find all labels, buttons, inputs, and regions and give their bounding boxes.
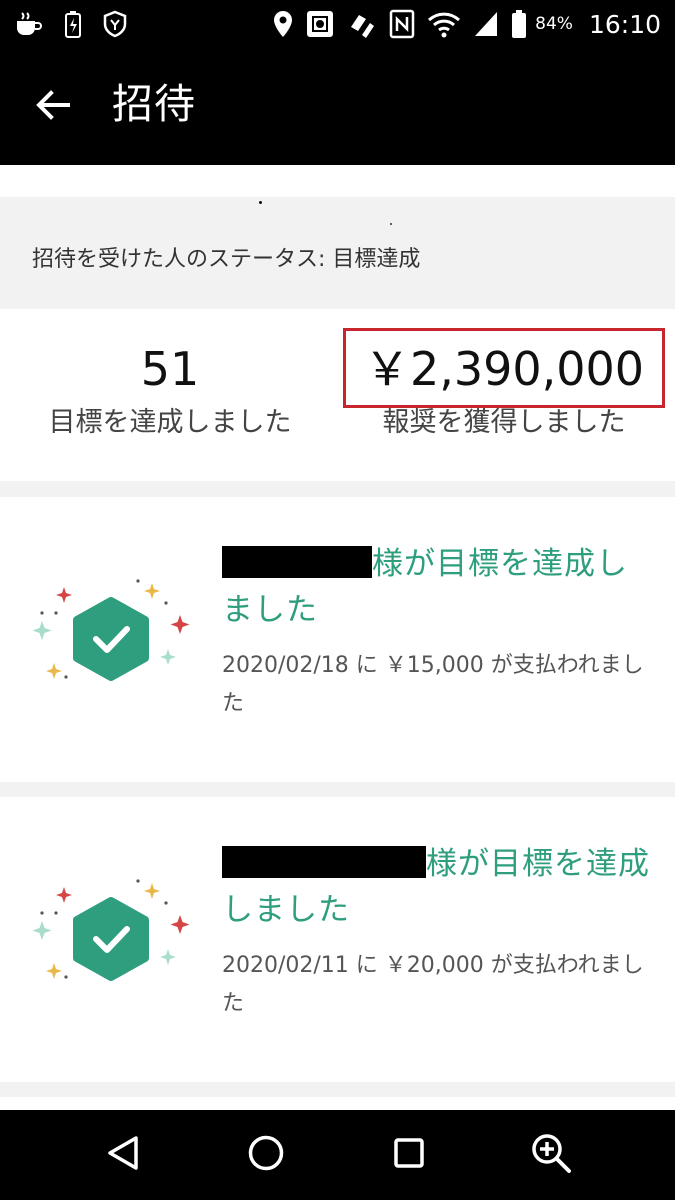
summary-panel: 51 目標を達成しました ￥2,390,000 報奨を獲得しました bbox=[0, 309, 675, 481]
redacted-name bbox=[222, 846, 426, 878]
system-nav-bar bbox=[0, 1110, 675, 1200]
goals-label: 目標を達成しました bbox=[48, 407, 292, 438]
zoom-in-icon bbox=[530, 1132, 572, 1178]
nav-back-button[interactable] bbox=[100, 1132, 146, 1178]
clock: 16:10 bbox=[588, 9, 661, 39]
goals-stat: 51 目標を達成しました bbox=[20, 339, 320, 443]
invitee-status-text: 招待を受けた人のステータス: 目標達成 bbox=[32, 247, 421, 272]
app-bar: 招待 bbox=[0, 48, 675, 165]
dust-dot bbox=[390, 223, 392, 225]
status-right-icons: 84% 16:10 bbox=[273, 6, 661, 42]
page-title: 招待 bbox=[112, 80, 196, 128]
achievement-body: 様が目標を達成しました 2020/02/11 に ￥20,000 が支払われまし… bbox=[222, 841, 652, 1023]
back-triangle-icon bbox=[106, 1135, 140, 1175]
goals-count: 51 bbox=[140, 342, 200, 396]
back-button[interactable] bbox=[30, 84, 76, 130]
reward-label: 報奨を獲得しました bbox=[382, 407, 626, 438]
battery-icon bbox=[511, 9, 527, 39]
status-bar: 84% 16:10 bbox=[0, 0, 675, 48]
nav-zoom-button[interactable] bbox=[528, 1132, 574, 1178]
arrow-left-icon bbox=[36, 90, 70, 124]
achievement-title: 様が目標を達成しました bbox=[222, 841, 652, 933]
achievement-body: 様が目標を達成しました 2020/02/18 に ￥15,000 が支払われまし… bbox=[222, 541, 652, 723]
invitee-status-strip: 招待を受けた人のステータス: 目標達成 bbox=[0, 197, 675, 309]
coffee-cup-icon bbox=[14, 11, 44, 37]
sync-app-icon bbox=[347, 9, 377, 39]
recents-square-icon bbox=[393, 1137, 425, 1173]
goal-achieved-badge-icon bbox=[28, 879, 196, 1009]
wifi-icon bbox=[427, 10, 461, 38]
achievement-card[interactable]: 様が目標を達成しました 2020/02/18 に ￥15,000 が支払われまし… bbox=[0, 497, 675, 782]
reward-amount: ￥2,390,000 bbox=[363, 342, 645, 396]
reward-stat: ￥2,390,000 報奨を獲得しました bbox=[354, 339, 654, 443]
home-circle-icon bbox=[247, 1134, 285, 1176]
location-pin-icon bbox=[273, 10, 293, 38]
top-spacer bbox=[0, 165, 675, 197]
achievement-detail: 2020/02/11 に ￥20,000 が支払われました bbox=[222, 953, 644, 1016]
achievement-detail: 2020/02/18 に ￥15,000 が支払われました bbox=[222, 653, 644, 716]
next-card-peek bbox=[0, 1097, 675, 1110]
battery-percent: 84% bbox=[535, 14, 573, 34]
achievement-card[interactable]: 様が目標を達成しました 2020/02/11 に ￥20,000 が支払われまし… bbox=[0, 797, 675, 1082]
status-left-icons bbox=[14, 6, 128, 42]
goal-achieved-badge-icon bbox=[28, 579, 196, 709]
dust-dot bbox=[259, 201, 262, 204]
nav-recents-button[interactable] bbox=[386, 1132, 432, 1178]
achievement-title: 様が目標を達成しました bbox=[222, 541, 652, 633]
screenshot-app-icon bbox=[305, 9, 335, 39]
cell-signal-icon bbox=[473, 10, 499, 38]
redacted-name bbox=[222, 546, 372, 578]
battery-saver-icon bbox=[64, 10, 82, 38]
nfc-icon bbox=[389, 9, 415, 39]
page-content: 招待を受けた人のステータス: 目標達成 51 目標を達成しました ￥2,390,… bbox=[0, 165, 675, 1110]
nav-home-button[interactable] bbox=[243, 1132, 289, 1178]
shield-app-icon bbox=[102, 10, 128, 38]
